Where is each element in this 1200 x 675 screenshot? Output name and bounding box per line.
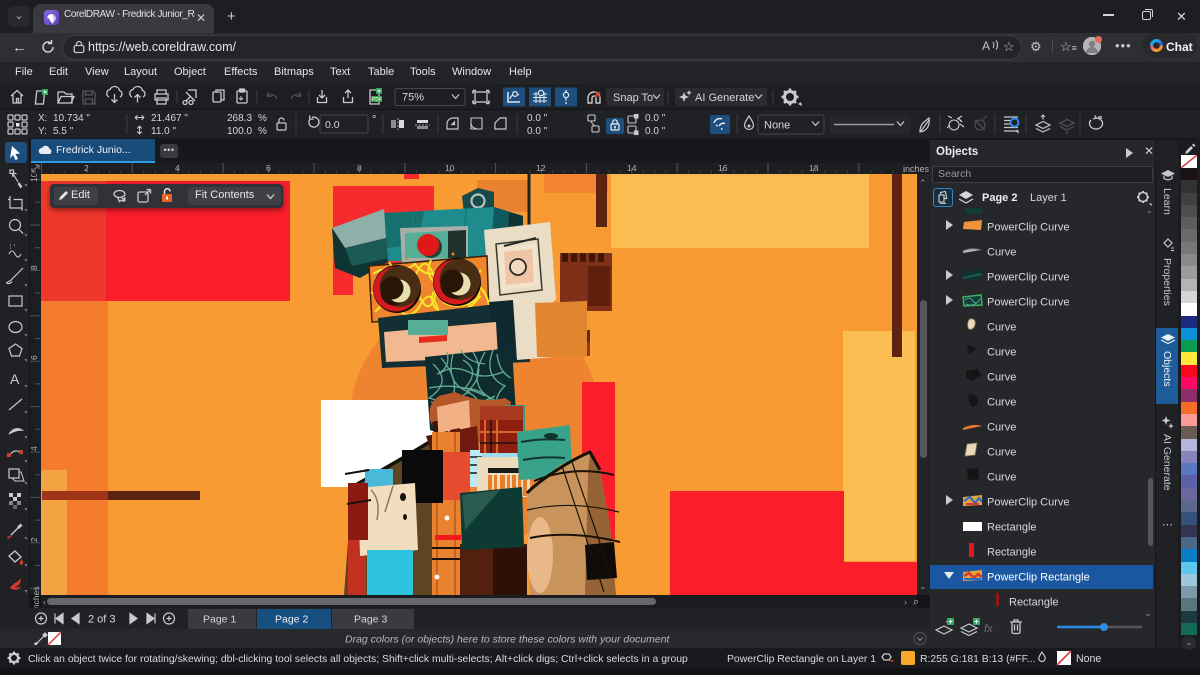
- svg-text:Page 2: Page 2: [275, 614, 308, 626]
- svg-text:Curve: Curve: [987, 372, 1016, 384]
- svg-text:14: 14: [627, 163, 637, 173]
- svg-text:fx: fx: [984, 623, 993, 635]
- svg-text:Curve: Curve: [987, 347, 1016, 359]
- svg-text:0.0: 0.0: [325, 119, 340, 131]
- svg-text:4: 4: [30, 446, 39, 451]
- svg-text:18: 18: [809, 163, 819, 173]
- svg-text:Rectangle: Rectangle: [987, 522, 1037, 534]
- svg-text:0.0 ": 0.0 ": [527, 113, 548, 124]
- svg-text:75%: 75%: [402, 92, 424, 104]
- svg-text:0.0 ": 0.0 ": [645, 126, 666, 137]
- svg-text:PDF: PDF: [372, 97, 382, 103]
- svg-text:2: 2: [84, 163, 89, 173]
- svg-text:100.0: 100.0: [227, 126, 252, 137]
- svg-text:A: A: [10, 371, 20, 387]
- svg-text:PowerClip Rectangle on Layer 1: PowerClip Rectangle on Layer 1: [727, 654, 876, 665]
- svg-text:Page 3: Page 3: [354, 614, 387, 626]
- svg-text:Page 1: Page 1: [203, 614, 236, 626]
- svg-text:Y:: Y:: [38, 126, 47, 137]
- svg-text:10: 10: [30, 174, 39, 182]
- svg-text:None: None: [1076, 653, 1101, 665]
- svg-text:0.0 ": 0.0 ": [645, 113, 666, 124]
- svg-text:6: 6: [266, 163, 271, 173]
- svg-text:2: 2: [30, 537, 39, 542]
- svg-text:Snap To: Snap To: [613, 92, 653, 104]
- svg-text:PowerClip Rectangle: PowerClip Rectangle: [987, 572, 1090, 584]
- svg-text:PowerClip Curve: PowerClip Curve: [987, 497, 1070, 509]
- svg-text:8: 8: [357, 163, 362, 173]
- svg-text:Curve: Curve: [987, 247, 1016, 259]
- svg-text:inches: inches: [903, 164, 930, 174]
- svg-text:8: 8: [30, 265, 39, 270]
- svg-text:°: °: [372, 114, 376, 126]
- svg-text:2 of 3: 2 of 3: [88, 614, 116, 626]
- svg-text:Click an object twice for rota: Click an object twice for rotating/skewi…: [28, 654, 688, 665]
- svg-text:Drag colors (or objects) here: Drag colors (or objects) here to store t…: [345, 634, 671, 646]
- svg-text:16: 16: [718, 163, 728, 173]
- svg-text:5.5 ": 5.5 ": [53, 126, 74, 137]
- svg-text:11.0 ": 11.0 ": [151, 126, 176, 137]
- svg-text:Curve: Curve: [987, 422, 1016, 434]
- svg-text:Curve: Curve: [987, 472, 1016, 484]
- svg-text:Curve: Curve: [987, 322, 1016, 334]
- svg-text:Curve: Curve: [987, 447, 1016, 459]
- svg-text:10: 10: [445, 163, 455, 173]
- svg-text:6: 6: [30, 355, 39, 360]
- svg-text:10.734 ": 10.734 ": [53, 113, 90, 124]
- svg-text:PowerClip Curve: PowerClip Curve: [987, 297, 1070, 309]
- svg-text:0.0 ": 0.0 ": [527, 126, 548, 137]
- svg-text:R:255 G:181 B:13 (#FF...: R:255 G:181 B:13 (#FF...: [920, 654, 1036, 665]
- svg-text:None: None: [764, 120, 790, 132]
- svg-text:PowerClip Curve: PowerClip Curve: [987, 222, 1070, 234]
- svg-text:4: 4: [175, 163, 180, 173]
- svg-text:268.3: 268.3: [227, 113, 252, 124]
- svg-text:Rectangle: Rectangle: [987, 547, 1037, 559]
- svg-text:PowerClip Curve: PowerClip Curve: [987, 272, 1070, 284]
- svg-text:21.467 ": 21.467 ": [151, 113, 188, 124]
- svg-text:Rectangle: Rectangle: [1009, 597, 1059, 609]
- svg-text:Curve: Curve: [987, 397, 1016, 409]
- svg-text:12: 12: [536, 163, 546, 173]
- svg-text:AI Generate: AI Generate: [695, 92, 754, 104]
- svg-text:%: %: [258, 113, 267, 124]
- svg-text:X:: X:: [38, 113, 47, 124]
- svg-text:%: %: [258, 126, 267, 137]
